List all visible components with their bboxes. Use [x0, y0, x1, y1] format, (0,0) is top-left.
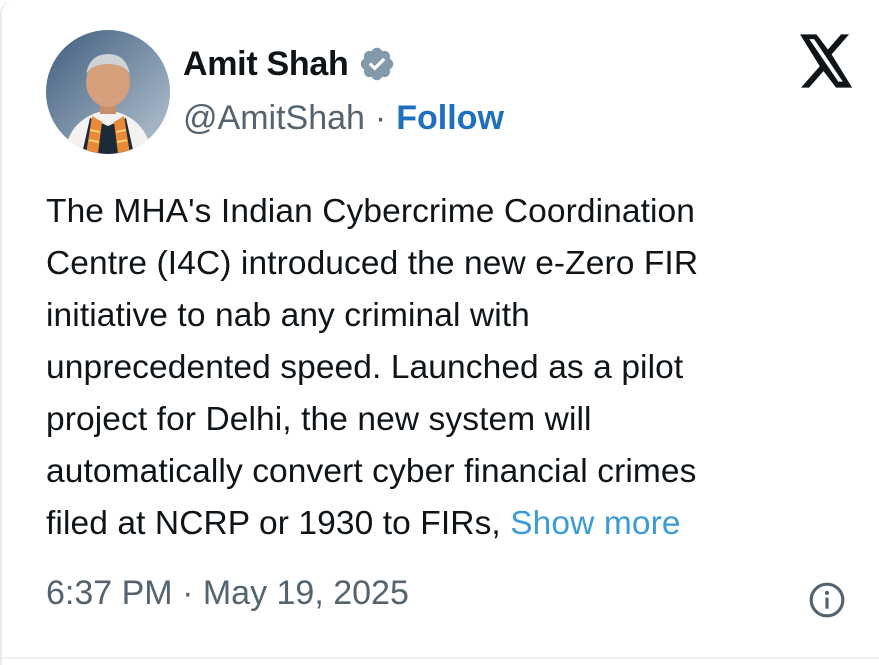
tweet-card: Amit Shah @AmitShah · Follow The MHA's I…: [0, 0, 879, 665]
tweet-text-line: The MHA's Indian Cybercrime Coordination: [46, 193, 696, 230]
author-handle[interactable]: @AmitShah: [183, 99, 365, 138]
author-name-row: Amit Shah: [183, 42, 396, 86]
author-name[interactable]: Amit Shah: [183, 45, 349, 84]
x-logo-icon[interactable]: [797, 34, 855, 88]
tweet-timestamp[interactable]: 6:37 PM · May 19, 2025: [46, 574, 409, 613]
show-more-link[interactable]: Show more: [510, 505, 680, 542]
separator-dot: ·: [374, 98, 387, 137]
tweet-text-line: initiative to nab any criminal with: [46, 297, 530, 334]
tweet-text: The MHA's Indian Cybercrime Coordination…: [46, 186, 846, 550]
avatar[interactable]: [46, 30, 170, 154]
tweet-text-last-line: filed at NCRP or 1930 to FIRs, Show more: [46, 498, 846, 550]
tweet-text-line: unprecedented speed. Launched as a pilot: [46, 349, 684, 386]
tweet-text-line: filed at NCRP or 1930 to FIRs,: [46, 505, 511, 542]
verified-badge-icon: [361, 47, 394, 81]
tweet-text-line: project for Delhi, the new system will: [46, 401, 592, 438]
tweet-text-line: Centre (I4C) introduced the new e-Zero F…: [46, 245, 699, 282]
info-icon[interactable]: [808, 581, 846, 619]
avatar-image: [46, 30, 170, 154]
tweet-text-line: automatically convert cyber financial cr…: [46, 453, 697, 490]
follow-button[interactable]: Follow: [396, 99, 504, 138]
author-handle-row: @AmitShah · Follow: [183, 96, 504, 140]
divider: [2, 657, 879, 659]
